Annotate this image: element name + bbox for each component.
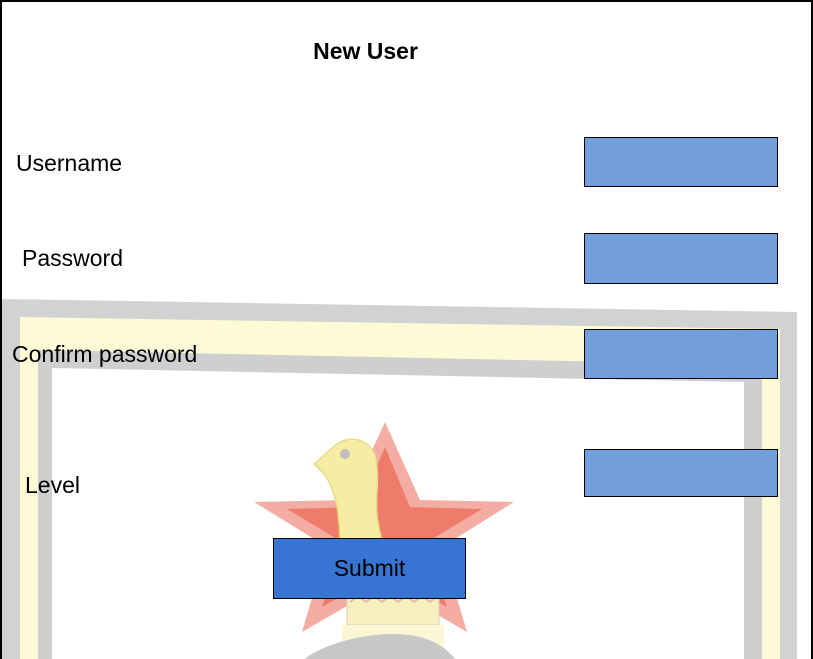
- level-label: Level: [25, 472, 80, 498]
- submit-button[interactable]: Submit: [273, 538, 466, 599]
- password-field[interactable]: [584, 233, 778, 284]
- confirm-password-label: Confirm password: [12, 341, 198, 367]
- level-field[interactable]: [584, 449, 778, 497]
- password-label: Password: [22, 245, 123, 271]
- username-field[interactable]: [584, 137, 778, 187]
- form-title: New User: [313, 38, 418, 64]
- new-user-window: New User Username Password Confirm passw…: [0, 0, 813, 659]
- confirm-password-field[interactable]: [584, 329, 778, 379]
- username-label: Username: [16, 150, 123, 176]
